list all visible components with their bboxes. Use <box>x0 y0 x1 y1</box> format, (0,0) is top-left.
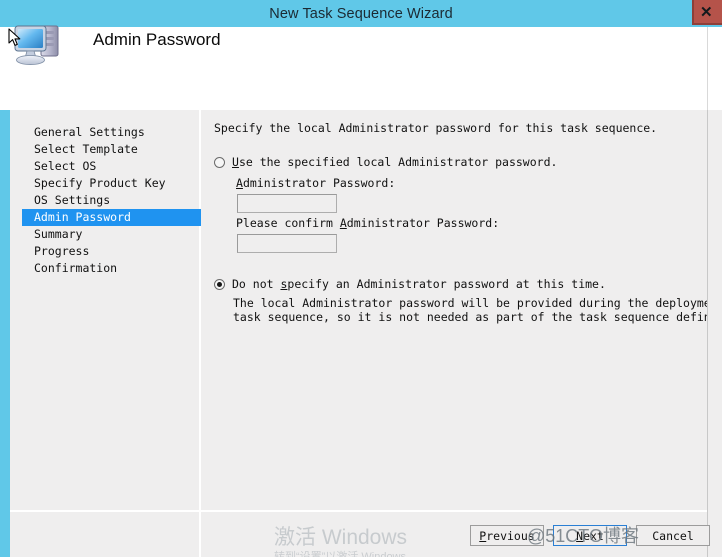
sidebar-item-select-template[interactable]: Select Template <box>22 141 200 158</box>
intro-text: Specify the local Administrator password… <box>214 121 658 135</box>
next-button-label: ext <box>583 528 604 543</box>
right-edge-top <box>707 27 722 110</box>
footer-divider <box>199 512 201 557</box>
accel-key-a1: A <box>236 176 243 190</box>
accel-key-a2: A <box>339 216 347 230</box>
option-do-not-specify-password-label: Do not specify an Administrator password… <box>232 277 606 291</box>
sidebar-item-confirmation[interactable]: Confirmation <box>22 260 200 277</box>
title-bar: New Task Sequence Wizard ✕ <box>0 0 722 27</box>
accel-key-u: U <box>232 155 239 169</box>
computer-icon <box>10 14 68 70</box>
confirm-password-input[interactable] <box>237 234 337 253</box>
step-list: General Settings Select Template Select OS… <box>22 124 224 277</box>
wizard-window: New Task Sequence Wizard ✕ Admin Passwor… <box>0 0 722 557</box>
footer-button-row: Previous Next Cancel <box>470 525 710 546</box>
sidebar-item-admin-password[interactable]: Admin Password <box>22 209 224 226</box>
content-panel: Specify the local Administrator password… <box>201 110 722 510</box>
option-use-specified-password-text: se the specified local Administrator pas… <box>238 155 558 169</box>
confirm-password-label-pre: Please confirm <box>236 216 340 230</box>
window-title: New Task Sequence Wizard <box>269 5 453 22</box>
administrator-password-input[interactable] <box>237 194 337 213</box>
cancel-button[interactable]: Cancel <box>636 525 710 546</box>
accel-key-n: N <box>576 528 584 543</box>
sidebar-item-summary[interactable]: Summary <box>22 226 200 243</box>
sidebar-item-general-settings[interactable]: General Settings <box>22 124 200 141</box>
next-button[interactable]: Next <box>553 525 627 546</box>
option-description-line-2: task sequence, so it is not needed as pa… <box>233 310 722 324</box>
option-description-line-1: The local Administrator password will be… <box>233 296 722 310</box>
page-title: Admin Password <box>93 30 221 49</box>
accel-key-p: P <box>479 528 487 543</box>
previous-button-label: revious <box>486 528 535 543</box>
confirm-password-label-text: dministrator Password: <box>346 216 500 230</box>
radio-do-not-specify-password[interactable] <box>214 279 225 290</box>
option-do-not-specify-password[interactable]: Do not specify an Administrator password… <box>214 277 606 291</box>
administrator-password-label: Administrator Password: <box>236 176 395 190</box>
sidebar-item-progress[interactable]: Progress <box>22 243 200 260</box>
left-rail-top-spacer <box>0 27 10 110</box>
vertical-scrollbar[interactable]: ▤ ▤ <box>707 110 722 510</box>
previous-button[interactable]: Previous <box>470 525 544 546</box>
option-do-not-specify-pre: Do not <box>232 277 281 291</box>
sidebar-item-select-os[interactable]: Select OS <box>22 158 200 175</box>
option-use-specified-password[interactable]: Use the specified local Administrator pa… <box>214 155 557 169</box>
sidebar-item-specify-product-key[interactable]: Specify Product Key <box>22 175 200 192</box>
option-use-specified-password-label: Use the specified local Administrator pa… <box>232 155 557 169</box>
administrator-password-label-text: dministrator Password: <box>242 176 396 190</box>
confirm-password-label: Please confirm Administrator Password: <box>236 216 499 230</box>
option-do-not-specify-text: pecify an Administrator password at this… <box>287 277 606 291</box>
close-icon[interactable]: ✕ <box>692 0 722 25</box>
radio-use-specified-password[interactable] <box>214 157 225 168</box>
option-description: The local Administrator password will be… <box>233 296 722 324</box>
sidebar-item-os-settings[interactable]: OS Settings <box>22 192 200 209</box>
wizard-step-sidebar: General Settings Select Template Select OS… <box>10 110 224 510</box>
